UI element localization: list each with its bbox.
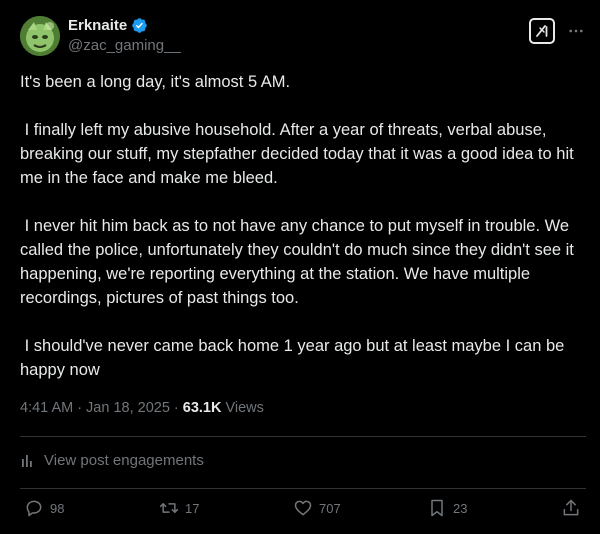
views-label: Views (225, 400, 264, 416)
post-paragraph: I should've never came back home 1 year … (20, 337, 569, 379)
author-display-name[interactable]: Erknaite (68, 17, 127, 34)
reply-icon (26, 500, 42, 517)
share-button[interactable] (561, 498, 581, 518)
post-paragraph: It's been a long day, it's almost 5 AM. (20, 73, 291, 91)
post-paragraph: I never hit him back as to not have any … (20, 217, 579, 307)
action-bar: 98 17 707 23 (0, 498, 600, 526)
avatar[interactable] (20, 16, 60, 56)
more-icon (569, 29, 583, 33)
post-paragraph: I finally left my abusive household. Aft… (20, 121, 579, 187)
grok-icon (536, 25, 548, 37)
verified-badge-icon[interactable] (131, 17, 148, 34)
post-meta: 4:41 AM · Jan 18, 2025 · 63.1K Views (20, 400, 264, 416)
like-button[interactable]: 707 (293, 498, 341, 518)
reply-button[interactable]: 98 (24, 498, 64, 518)
bookmark-button[interactable]: 23 (427, 498, 467, 518)
repost-icon (159, 503, 179, 513)
repost-count: 17 (185, 500, 200, 516)
post: Erknaite @zac_gaming__ It's been a long … (0, 0, 600, 534)
bookmark-icon (431, 499, 443, 517)
more-button[interactable] (566, 21, 586, 41)
like-count: 707 (319, 500, 341, 516)
view-engagements-link[interactable]: View post engagements (20, 452, 204, 469)
post-text: It's been a long day, it's almost 5 AM. … (20, 70, 592, 382)
author-handle[interactable]: @zac_gaming__ (68, 37, 181, 54)
reply-count: 98 (50, 500, 65, 516)
share-icon (563, 499, 579, 516)
views-count: 63.1K (182, 400, 222, 416)
bookmark-count: 23 (453, 500, 468, 516)
repost-button[interactable]: 17 (159, 498, 199, 518)
divider (20, 436, 586, 437)
grok-button[interactable] (529, 18, 555, 44)
post-date[interactable]: Jan 18, 2025 (86, 400, 170, 416)
analytics-icon (22, 454, 32, 467)
view-engagements-label: View post engagements (44, 452, 204, 469)
divider (20, 488, 586, 489)
like-icon (294, 500, 312, 516)
meta-separator: · (77, 400, 83, 416)
post-time[interactable]: 4:41 AM (20, 400, 73, 416)
author-name-row[interactable]: Erknaite (68, 17, 148, 34)
meta-separator: · (173, 400, 179, 416)
